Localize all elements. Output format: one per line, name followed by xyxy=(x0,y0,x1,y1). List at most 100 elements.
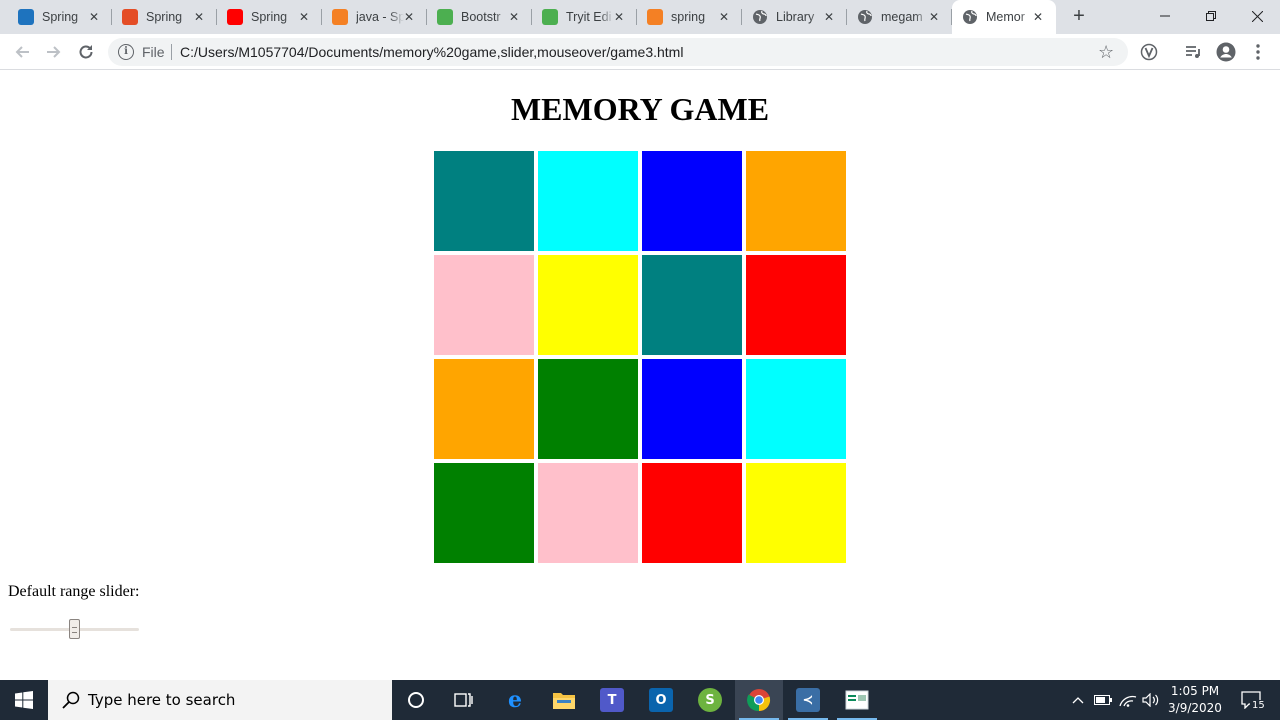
taskbar-file-explorer[interactable] xyxy=(540,680,588,720)
tab-close-icon[interactable]: ✕ xyxy=(926,9,942,25)
taskbar-search-box[interactable]: Type here to search xyxy=(48,680,392,720)
cortana-icon xyxy=(408,692,424,708)
extension-button[interactable] xyxy=(1137,40,1161,64)
task-view-icon xyxy=(454,693,473,707)
browser-tab[interactable]: Spring ✕ xyxy=(217,0,322,34)
spring-favicon-icon xyxy=(18,9,34,25)
taskbar-chrome[interactable] xyxy=(735,680,783,720)
cortana-button[interactable] xyxy=(392,680,440,720)
browser-tab[interactable]: Spring ✕ xyxy=(8,0,112,34)
action-center-button[interactable]: 15 xyxy=(1234,680,1268,720)
profile-button[interactable] xyxy=(1214,40,1238,64)
memory-card[interactable] xyxy=(642,463,742,563)
memory-card[interactable] xyxy=(642,255,742,355)
tab-title: Library xyxy=(776,10,815,24)
tab-close-icon[interactable]: ✕ xyxy=(716,9,732,25)
tab-title: Memor xyxy=(986,10,1025,24)
chrome-icon xyxy=(747,689,771,712)
memory-card[interactable] xyxy=(746,151,846,251)
task-view-button[interactable] xyxy=(440,680,488,720)
memory-card-grid xyxy=(434,151,846,563)
memory-card[interactable] xyxy=(642,151,742,251)
clock[interactable]: 1:05 PM 3/9/2020 xyxy=(1164,683,1226,717)
browser-tab[interactable]: spring ✕ xyxy=(637,0,742,34)
browser-tab[interactable]: megam ✕ xyxy=(847,0,952,34)
tab-close-icon[interactable]: ✕ xyxy=(86,9,102,25)
windows-taskbar: Type here to search e T O S ≺ 1:05 PM 3/… xyxy=(0,680,1280,720)
spring-icon: S xyxy=(698,688,722,712)
forward-button[interactable] xyxy=(42,40,66,64)
bookmark-star-icon[interactable]: ☆ xyxy=(1098,42,1114,63)
browser-tab[interactable]: java - Sp ✕ xyxy=(322,0,427,34)
tab-title: java - Sp xyxy=(356,10,404,24)
minimize-button[interactable] xyxy=(1142,0,1188,32)
tab-title: Spring xyxy=(42,10,79,24)
new-tab-button[interactable]: + xyxy=(1068,5,1090,27)
browser-tab[interactable]: Bootstr ✕ xyxy=(427,0,532,34)
tab-close-icon[interactable]: ✕ xyxy=(506,9,522,25)
battery-indicator[interactable] xyxy=(1092,680,1114,720)
tab-close-icon[interactable]: ✕ xyxy=(401,9,417,25)
memory-card[interactable] xyxy=(746,359,846,459)
slider-thumb[interactable] xyxy=(69,619,80,639)
w3schools-favicon-icon xyxy=(437,9,453,25)
stackoverflow-favicon-icon xyxy=(332,9,348,25)
tab-close-icon[interactable]: ✕ xyxy=(821,9,837,25)
globe-icon xyxy=(857,9,873,25)
range-slider[interactable] xyxy=(10,618,139,640)
tab-title: Bootstr xyxy=(461,10,501,24)
url-text[interactable]: C:/Users/M1057704/Documents/memory%20gam… xyxy=(180,44,683,60)
show-hidden-icons-button[interactable] xyxy=(1068,680,1088,720)
address-bar[interactable]: i File C:/Users/M1057704/Documents/memor… xyxy=(108,38,1128,66)
edge-icon: e xyxy=(508,687,522,713)
memory-card[interactable] xyxy=(538,151,638,251)
tab-close-icon[interactable]: ✕ xyxy=(191,9,207,25)
reload-button[interactable] xyxy=(74,40,98,64)
memory-card[interactable] xyxy=(746,463,846,563)
memory-card[interactable] xyxy=(434,255,534,355)
volume-indicator[interactable] xyxy=(1140,680,1162,720)
browser-tab[interactable]: Library ✕ xyxy=(742,0,847,34)
search-placeholder: Type here to search xyxy=(88,691,236,709)
tab-close-icon[interactable]: ✕ xyxy=(296,9,312,25)
page-title: MEMORY GAME xyxy=(510,91,770,127)
media-control-button[interactable] xyxy=(1181,40,1205,64)
w3schools-favicon-icon xyxy=(542,9,558,25)
tab-close-icon[interactable]: ✕ xyxy=(611,9,627,25)
globe-icon xyxy=(752,9,768,25)
taskbar-teams[interactable]: T xyxy=(588,680,636,720)
memory-card[interactable] xyxy=(746,255,846,355)
stackoverflow-favicon-icon xyxy=(647,9,663,25)
restore-button[interactable] xyxy=(1188,0,1234,32)
network-indicator[interactable] xyxy=(1117,680,1139,720)
info-icon[interactable]: i xyxy=(118,44,134,60)
browser-tab[interactable]: Memor ✕ xyxy=(952,0,1056,34)
taskbar-outlook[interactable]: O xyxy=(637,680,685,720)
taskbar-app-window[interactable] xyxy=(833,680,881,720)
memory-card[interactable] xyxy=(538,255,638,355)
memory-card[interactable] xyxy=(538,359,638,459)
memory-card[interactable] xyxy=(538,463,638,563)
browser-tab[interactable]: Spring ✕ xyxy=(112,0,217,34)
memory-card[interactable] xyxy=(642,359,742,459)
memory-card[interactable] xyxy=(434,359,534,459)
menu-button[interactable] xyxy=(1246,40,1270,64)
back-button[interactable] xyxy=(10,40,34,64)
tab-title: spring xyxy=(671,10,706,24)
taskbar-edge[interactable]: e xyxy=(491,680,539,720)
browser-tab[interactable]: Tryit Edi ✕ xyxy=(532,0,637,34)
close-window-button[interactable] xyxy=(1234,0,1280,32)
tab-close-icon[interactable]: ✕ xyxy=(1030,9,1046,25)
start-button[interactable] xyxy=(0,680,48,720)
window-app-icon xyxy=(845,690,869,710)
taskbar-visual-studio-code[interactable]: ≺ xyxy=(784,680,832,720)
tab-title: megam xyxy=(881,10,923,24)
arrow-right-icon xyxy=(47,46,61,58)
minimize-icon xyxy=(1160,15,1170,17)
memory-card[interactable] xyxy=(434,151,534,251)
taskbar-spring-tool-suite[interactable]: S xyxy=(686,680,734,720)
restore-icon xyxy=(1206,11,1216,21)
address-separator xyxy=(171,44,172,60)
memory-card[interactable] xyxy=(434,463,534,563)
playlist-icon xyxy=(1186,46,1200,58)
